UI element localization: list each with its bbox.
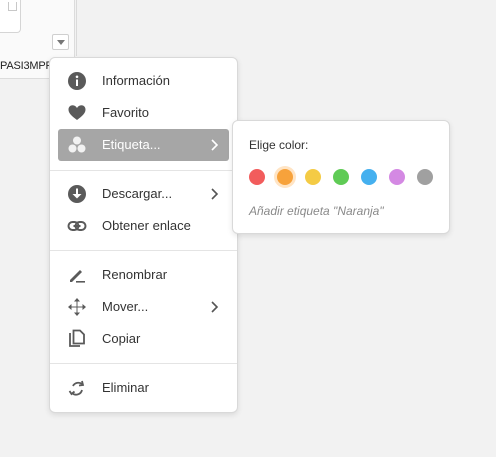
menu-item-label: Mover...	[102, 299, 149, 314]
menu-separator	[50, 363, 237, 364]
menu-item-obtener-enlace[interactable]: Obtener enlace	[58, 210, 229, 242]
tag-dots-icon	[68, 136, 86, 153]
color-swatch-morado[interactable]	[389, 169, 405, 185]
chevron-right-icon	[211, 188, 219, 200]
menu-item-descargar[interactable]: Descargar...	[58, 178, 229, 210]
copy-icon	[69, 329, 85, 347]
color-swatch-amarillo[interactable]	[305, 169, 321, 185]
info-icon	[68, 72, 86, 90]
menu-item-eliminar[interactable]: Eliminar	[58, 372, 229, 404]
recycle-icon	[68, 380, 85, 396]
menu-item-label: Obtener enlace	[102, 218, 191, 233]
add-tag-link[interactable]: Añadir etiqueta "Naranja"	[249, 204, 384, 218]
menu-item-label: Eliminar	[102, 380, 149, 395]
menu-item-favorito[interactable]: Favorito	[58, 97, 229, 129]
menu-item-label: Información	[102, 73, 170, 88]
menu-item-renombrar[interactable]: Renombrar	[58, 259, 229, 291]
heart-icon	[68, 105, 86, 120]
file-options-dropdown[interactable]	[52, 34, 69, 50]
file-thumbnail	[0, 0, 21, 33]
caret-down-icon	[56, 39, 65, 45]
move-icon	[68, 298, 86, 316]
download-icon	[68, 185, 86, 203]
file-thumbnail-mark	[8, 2, 17, 11]
link-icon	[67, 221, 87, 231]
menu-item-mover[interactable]: Mover...	[58, 291, 229, 323]
menu-item-label: Descargar...	[102, 186, 173, 201]
color-swatch-naranja[interactable]	[277, 169, 293, 185]
color-swatch-azul[interactable]	[361, 169, 377, 185]
color-submenu-title: Elige color:	[249, 138, 309, 152]
color-submenu: Elige color: Añadir etiqueta "Naranja"	[232, 120, 450, 234]
menu-item-copiar[interactable]: Copiar	[58, 323, 229, 355]
menu-item-label: Favorito	[102, 105, 149, 120]
menu-separator	[50, 250, 237, 251]
pencil-icon	[70, 270, 85, 283]
file-name: PASI3MPR	[0, 60, 54, 72]
color-swatch-verde[interactable]	[333, 169, 349, 185]
color-swatches	[249, 169, 439, 185]
menu-item-label: Etiqueta...	[102, 137, 161, 152]
menu-separator	[50, 170, 237, 171]
menu-item-label: Renombrar	[102, 267, 168, 282]
menu-item-etiqueta[interactable]: Etiqueta...	[58, 129, 229, 161]
column-divider	[76, 0, 77, 56]
context-menu: Información Favorito Etiqueta... Descarg…	[49, 57, 238, 413]
chevron-right-icon	[211, 139, 219, 151]
chevron-right-icon	[211, 301, 219, 313]
color-swatch-gris[interactable]	[417, 169, 433, 185]
menu-item-label: Copiar	[102, 331, 141, 346]
color-swatch-rojo[interactable]	[249, 169, 265, 185]
menu-item-informacion[interactable]: Información	[58, 65, 229, 97]
